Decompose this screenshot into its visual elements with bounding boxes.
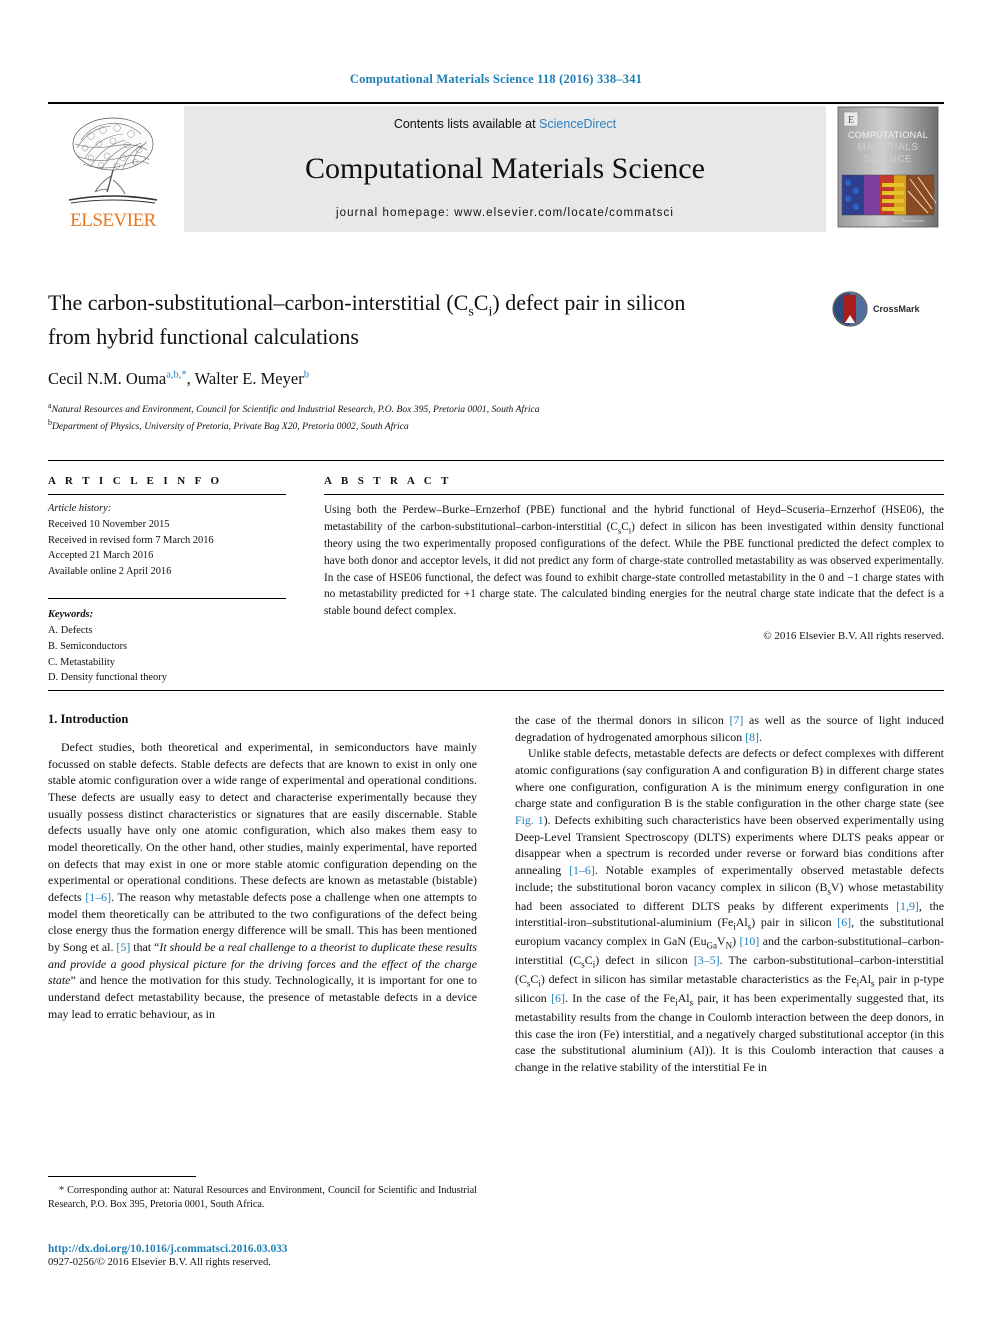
affiliation-a: aNatural Resources and Environment, Coun… <box>48 400 944 418</box>
journal-cover-image: E COMPUTATIONAL MATERIALS SCIENCE Scienc… <box>837 106 939 227</box>
keyword-item: D. Density functional theory <box>48 672 167 684</box>
doi-link[interactable]: http://dx.doi.org/10.1016/j.commatsci.20… <box>48 1243 477 1255</box>
elsevier-wordmark: ELSEVIER <box>70 210 156 231</box>
abstract-copyright: © 2016 Elsevier B.V. All rights reserved… <box>763 630 944 643</box>
contents-available-line: Contents lists available at ScienceDirec… <box>394 117 616 131</box>
article-info-column: A R T I C L E I N F O Article history: R… <box>48 475 286 686</box>
contents-prefix: Contents lists available at <box>393 117 540 131</box>
svg-text:E: E <box>848 115 854 126</box>
section-heading-introduction: 1. Introduction <box>48 712 129 726</box>
svg-text:MATERIALS: MATERIALS <box>857 142 918 153</box>
keywords-label: Keywords: <box>48 609 94 621</box>
keyword-item: C. Metastability <box>48 656 115 668</box>
journal-band: Contents lists available at ScienceDirec… <box>184 106 826 232</box>
journal-title: Computational Materials Science <box>305 152 705 185</box>
crossmark-icon[interactable] <box>832 291 868 327</box>
svg-text:ScienceDirect: ScienceDirect <box>902 219 924 223</box>
keyword-item: A. Defects <box>48 624 93 636</box>
history-item: Received 10 November 2015 <box>48 518 170 530</box>
author-list: Cecil N.M. Oumaa,b,*, Walter E. Meyerb <box>48 369 944 389</box>
footnote-text: * Corresponding author at: Natural Resou… <box>48 1184 477 1213</box>
svg-text:SCIENCE: SCIENCE <box>864 154 913 165</box>
keywords-rule <box>48 598 286 600</box>
article-info-rule <box>48 494 286 495</box>
affiliation-a-text: Natural Resources and Environment, Counc… <box>51 403 540 415</box>
doi-block: http://dx.doi.org/10.1016/j.commatsci.20… <box>48 1243 477 1268</box>
paper-title-line1: The carbon-substitutional–carbon-interst… <box>48 290 686 320</box>
body-column-left: 1. Introduction Defect studies, both the… <box>48 712 477 1076</box>
body-paragraph: Defect studies, both theoretical and exp… <box>48 740 477 1021</box>
journal-cover-thumbnail: E COMPUTATIONAL MATERIALS SCIENCE Scienc… <box>832 105 944 234</box>
page-title: The carbon-substitutional–carbon-interst… <box>48 288 828 352</box>
citation-link[interactable]: [3–5] <box>694 953 720 967</box>
history-item: Available online 2 April 2016 <box>48 566 172 578</box>
footnote-body: Corresponding author at: Natural Resourc… <box>48 1185 477 1211</box>
citation-link[interactable]: [10] <box>740 934 760 948</box>
history-item: Accepted 21 March 2016 <box>48 550 154 562</box>
title-block: The carbon-substitutional–carbon-interst… <box>48 288 944 435</box>
abstract-rule <box>324 494 944 495</box>
footnote-rule <box>48 1176 196 1177</box>
body-separator-rule <box>48 690 944 691</box>
running-head: Computational Materials Science 118 (201… <box>349 72 643 86</box>
journal-article-page: Computational Materials Science 118 (201… <box>0 0 992 1323</box>
affiliation-b: bDepartment of Physics, University of Pr… <box>48 417 944 435</box>
affiliations: aNatural Resources and Environment, Coun… <box>48 400 944 435</box>
citation-link[interactable]: [6] <box>551 991 565 1005</box>
figure-link[interactable]: Fig. 1 <box>515 813 544 827</box>
citation-link[interactable]: [1–6] <box>85 890 111 904</box>
author-name-2: Walter E. Meyer <box>194 368 304 388</box>
article-info-heading: A R T I C L E I N F O <box>48 475 223 487</box>
citation-link[interactable]: [5] <box>116 940 130 954</box>
citation-link[interactable]: [7] <box>730 713 744 727</box>
crossmark-label: CrossMark <box>873 304 920 314</box>
elsevier-logo: ELSEVIER <box>48 106 178 232</box>
info-abstract-block: A R T I C L E I N F O Article history: R… <box>48 460 944 686</box>
author-name-1: Cecil N.M. Ouma <box>48 368 167 388</box>
body-paragraph: Unlike stable defects, metastable defect… <box>515 746 945 1074</box>
article-history: Article history: Received 10 November 20… <box>48 501 286 580</box>
author-1-affil-marker: a,b,* <box>166 369 187 381</box>
abstract-column: A B S T R A C T Using both the Perdew–Bu… <box>324 475 944 686</box>
crossmark-badge-group[interactable]: CrossMark <box>832 290 944 328</box>
abstract-heading: A B S T R A C T <box>324 475 452 487</box>
author-2-affil-marker: b <box>303 369 309 381</box>
paper-title-line2: from hybrid functional calculations <box>48 324 359 350</box>
footnote-marker: * <box>59 1185 65 1196</box>
article-history-label: Article history: <box>48 503 112 514</box>
journal-homepage[interactable]: journal homepage: www.elsevier.com/locat… <box>336 207 674 219</box>
body-column-right: the case of the thermal donors in silico… <box>515 712 944 1076</box>
author-separator: , <box>186 368 195 388</box>
affiliation-b-text: Department of Physics, University of Pre… <box>52 421 409 433</box>
citation-link[interactable]: [1,9] <box>896 899 919 913</box>
body-columns: 1. Introduction Defect studies, both the… <box>48 712 944 1076</box>
abstract-text: Using both the Perdew–Burke–Ernzerhof (P… <box>324 504 944 617</box>
keywords-list: Keywords: A. Defects B. Semiconductors C… <box>48 607 286 686</box>
svg-text:COMPUTATIONAL: COMPUTATIONAL <box>848 130 928 140</box>
sciencedirect-link[interactable]: ScienceDirect <box>539 117 616 131</box>
citation-link[interactable]: [8] <box>745 730 759 744</box>
issn-copyright-line: 0927-0256/© 2016 Elsevier B.V. All right… <box>48 1257 271 1268</box>
citation-link[interactable]: [6] <box>837 915 851 929</box>
citation-link[interactable]: [1–6] <box>569 863 595 877</box>
journal-masthead: ELSEVIER Contents lists available at Sci… <box>48 102 944 232</box>
elsevier-tree-icon <box>68 117 158 204</box>
body-paragraph: the case of the thermal donors in silico… <box>515 713 944 744</box>
history-item: Received in revised form 7 March 2016 <box>48 534 214 546</box>
keyword-item: B. Semiconductors <box>48 640 128 652</box>
corresponding-author-footnote: * Corresponding author at: Natural Resou… <box>48 1176 477 1213</box>
